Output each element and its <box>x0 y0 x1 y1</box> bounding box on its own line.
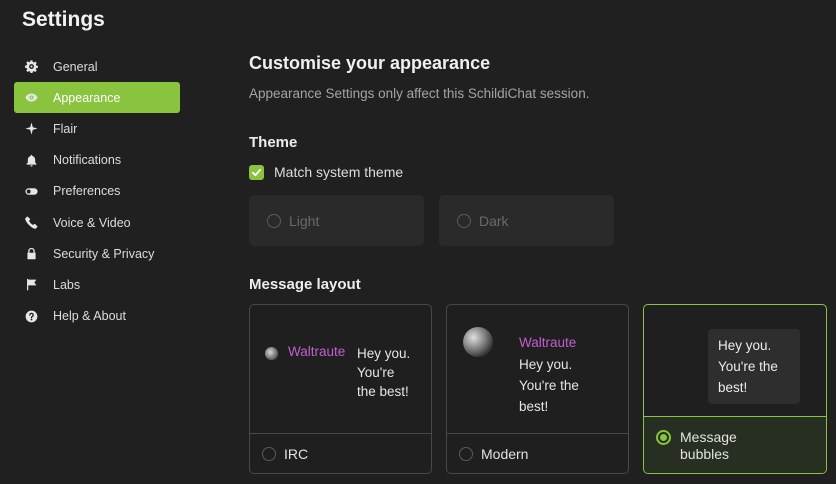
sidebar-item-label: Labs <box>53 277 81 292</box>
lock-icon <box>24 247 38 261</box>
avatar <box>463 327 493 357</box>
sidebar-item-label: Flair <box>53 121 78 136</box>
layout-option-label: Modern <box>481 445 529 462</box>
checkmark-icon <box>249 164 264 180</box>
layout-option-footer: Modern <box>447 433 628 473</box>
message-line: You're <box>357 365 395 380</box>
message-line: best! <box>718 380 748 395</box>
radio-selected-icon[interactable] <box>656 430 671 445</box>
message-line: best! <box>519 399 549 414</box>
message-line: Hey you. <box>718 338 772 353</box>
message-line: You're the <box>519 378 579 393</box>
page-title: Customise your appearance <box>249 53 491 73</box>
gear-icon <box>24 60 38 74</box>
message-text: Waltraute Hey you. You're the best! <box>519 335 619 417</box>
flag-icon <box>24 278 38 292</box>
sidebar-item-appearance[interactable]: Appearance <box>14 82 180 114</box>
toggle-icon <box>24 184 38 198</box>
sender-name: Waltraute <box>288 344 346 359</box>
checkbox-label: Match system theme <box>274 164 404 180</box>
settings-dialog: Settings General Appearance Flair Notifi… <box>0 0 836 484</box>
layout-option-footer: IRC <box>250 433 431 473</box>
sidebar-item-label: Appearance <box>53 90 121 105</box>
message-layout-heading: Message layout <box>249 276 361 293</box>
radio-icon[interactable] <box>459 446 473 461</box>
match-system-theme-checkbox[interactable]: Match system theme <box>249 163 403 181</box>
sidebar-item-notifications[interactable]: Notifications <box>14 145 180 176</box>
sidebar-item-help-about[interactable]: Help & About <box>14 301 180 332</box>
layout-option-footer: Message bubbles <box>644 416 826 473</box>
radio-icon <box>457 213 471 228</box>
sidebar-item-label: Preferences <box>53 184 121 199</box>
sidebar-item-label: Security & Privacy <box>53 246 155 261</box>
phone-icon <box>24 216 38 230</box>
theme-option-label: Dark <box>479 212 509 229</box>
sidebar-item-voice-video[interactable]: Voice & Video <box>14 207 180 238</box>
appearance-panel: Customise your appearance Appearance Set… <box>249 0 836 484</box>
page-subtitle: Appearance Settings only affect this Sch… <box>249 86 590 101</box>
sparkle-icon <box>24 122 38 136</box>
avatar <box>265 347 278 360</box>
message-line: the best! <box>357 384 409 399</box>
message-line: Hey you. <box>357 346 411 361</box>
sidebar-item-label: Voice & Video <box>53 215 131 230</box>
message-bubble: Hey you. You're the best! <box>708 329 800 404</box>
theme-option-light[interactable]: Light <box>249 195 424 246</box>
radio-icon[interactable] <box>262 446 276 461</box>
layout-option-label: IRC <box>284 445 309 462</box>
theme-option-dark[interactable]: Dark <box>439 195 614 246</box>
message-text: Hey you. You're the best! <box>357 344 427 401</box>
theme-heading: Theme <box>249 134 298 151</box>
dialog-title: Settings <box>22 8 105 31</box>
sidebar-item-labs[interactable]: Labs <box>14 269 180 300</box>
help-icon <box>24 309 38 323</box>
message-line: You're the <box>718 359 778 374</box>
sidebar-item-security-privacy[interactable]: Security & Privacy <box>14 238 180 269</box>
layout-option-label-line: Message <box>680 429 737 445</box>
sidebar-item-label: General <box>53 59 98 74</box>
sender-name: Waltraute <box>519 335 577 350</box>
layout-option-label-line: bubbles <box>680 446 730 462</box>
layout-option-message-bubbles[interactable]: Hey you. You're the best! Message bubble… <box>643 304 827 474</box>
settings-sidebar: General Appearance Flair Notifications P… <box>14 51 180 332</box>
sidebar-item-label: Notifications <box>53 153 122 168</box>
message-line: Hey you. <box>519 357 573 372</box>
theme-option-label: Light <box>289 212 320 229</box>
bell-icon <box>24 153 38 167</box>
sidebar-item-flair[interactable]: Flair <box>14 113 180 144</box>
sidebar-item-general[interactable]: General <box>14 51 180 82</box>
eye-icon <box>24 91 38 105</box>
sidebar-item-label: Help & About <box>53 309 126 324</box>
layout-option-irc[interactable]: Waltraute Hey you. You're the best! IRC <box>249 304 432 474</box>
layout-option-label: Message bubbles <box>680 429 737 463</box>
sidebar-item-preferences[interactable]: Preferences <box>14 176 180 207</box>
layout-option-modern[interactable]: Waltraute Hey you. You're the best! Mode… <box>446 304 629 474</box>
radio-icon <box>267 213 281 228</box>
